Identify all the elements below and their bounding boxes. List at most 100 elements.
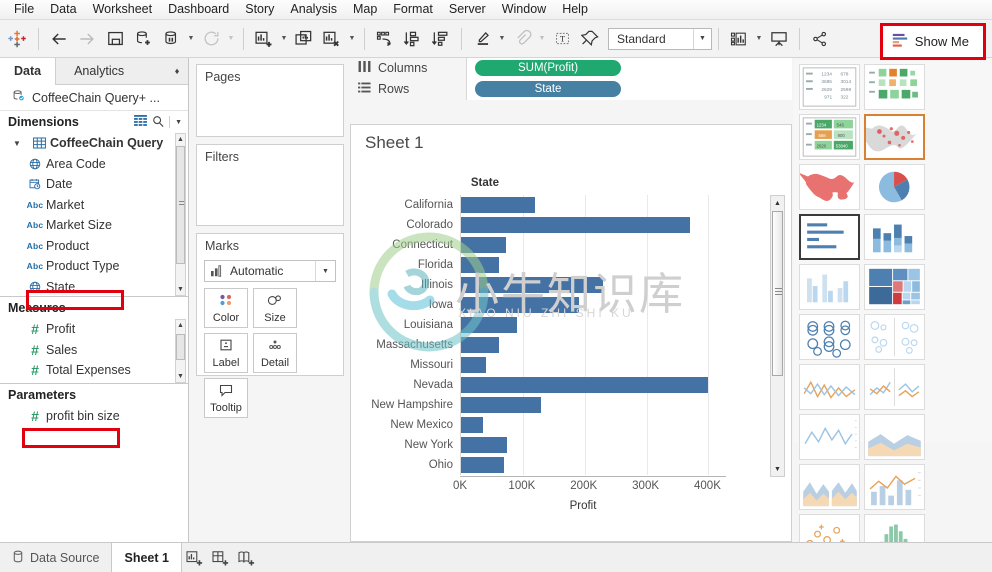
columns-shelf[interactable]: Columns SUM(Profit): [350, 57, 792, 79]
view-scroll-thumb[interactable]: [772, 211, 783, 376]
forward-arrow-icon[interactable]: [73, 25, 101, 53]
data-source-tab[interactable]: Data Source: [0, 543, 111, 572]
chevron-down-icon[interactable]: [315, 261, 335, 281]
pause-auto-updates-icon[interactable]: [157, 25, 185, 53]
fit-select[interactable]: Standard: [608, 27, 712, 50]
menu-item-server[interactable]: Server: [441, 0, 494, 19]
chart-row-label[interactable]: New Mexico: [359, 415, 459, 435]
show-me-horizontal-bars[interactable]: [799, 214, 860, 260]
dimensions-field-list[interactable]: ▼ CoffeeChain Query Area Code Date Abc M…: [0, 133, 188, 296]
scroll-down-icon[interactable]: ▼: [176, 371, 185, 382]
fix-axes-icon[interactable]: [576, 25, 604, 53]
chart-row-label[interactable]: New Hampshire: [359, 395, 459, 415]
duplicate-sheet-icon[interactable]: [290, 25, 318, 53]
show-me-dual-lines[interactable]: [864, 364, 925, 410]
field-state[interactable]: State: [0, 277, 188, 297]
grid-view-icon[interactable]: [134, 115, 147, 129]
measures-field-list[interactable]: # Profit # Sales # Total Expenses ▲ ▼: [0, 319, 188, 383]
field-total-expenses[interactable]: # Total Expenses: [0, 360, 188, 381]
refresh-data-source-icon[interactable]: [197, 25, 225, 53]
menu-item-story[interactable]: Story: [237, 0, 282, 19]
rows-shelf-drop[interactable]: State: [467, 78, 792, 100]
pill-state[interactable]: State: [475, 81, 621, 97]
show-mark-labels-icon[interactable]: T: [548, 25, 576, 53]
chart-bar[interactable]: [461, 237, 506, 253]
new-worksheet-dropdown[interactable]: [278, 25, 290, 53]
presentation-mode-icon[interactable]: [765, 25, 793, 53]
tab-data[interactable]: Data: [0, 58, 57, 85]
field-product[interactable]: Abc Product: [0, 236, 188, 257]
field-profit[interactable]: # Profit: [0, 319, 188, 340]
show-me-discrete-lines[interactable]: [799, 414, 860, 460]
measures-scrollbar[interactable]: ▲ ▼: [175, 319, 186, 383]
menu-item-help[interactable]: Help: [554, 0, 596, 19]
menu-item-analysis[interactable]: Analysis: [282, 0, 345, 19]
dimensions-scroll-thumb[interactable]: [176, 146, 185, 264]
show-me-side-by-side-bars[interactable]: [799, 264, 860, 310]
dimensions-scrollbar[interactable]: ▲ ▼: [175, 133, 186, 296]
show-me-circle-views[interactable]: [799, 314, 860, 360]
chart-row-label[interactable]: Louisiana: [359, 315, 459, 335]
data-source-item[interactable]: CoffeeChain Query+ ...: [0, 85, 188, 111]
chart-bar[interactable]: [461, 377, 709, 393]
group-dropdown[interactable]: [536, 25, 548, 53]
chart-row-label[interactable]: Iowa: [359, 295, 459, 315]
new-story-tab-icon[interactable]: [234, 543, 260, 572]
search-icon[interactable]: [152, 115, 164, 130]
marks-card[interactable]: Marks Automatic Color: [196, 233, 344, 418]
chart-bar[interactable]: [461, 457, 505, 473]
chart-bar[interactable]: [461, 437, 508, 453]
chevron-down-icon[interactable]: [693, 28, 711, 49]
tab-analytics[interactable]: Analytics: [56, 58, 142, 85]
chart-row-label[interactable]: Massachusetts: [359, 335, 459, 355]
chart-row-label[interactable]: California: [359, 195, 459, 215]
chevron-down-icon[interactable]: ▼: [6, 139, 28, 148]
sort-toggle-icon[interactable]: ♦: [166, 58, 188, 84]
menu-item-format[interactable]: Format: [385, 0, 441, 19]
filters-card[interactable]: Filters: [196, 144, 344, 226]
marks-size-button[interactable]: Size: [253, 288, 297, 328]
show-me-text-table[interactable]: 1234 678 3685 3014 2629 2598 971 322: [799, 64, 860, 110]
menu-item-worksheet[interactable]: Worksheet: [85, 0, 161, 19]
scroll-down-icon[interactable]: ▼: [771, 462, 784, 476]
show-me-continuous-area[interactable]: [864, 414, 925, 460]
mark-type-select[interactable]: Automatic: [204, 260, 336, 282]
scroll-down-icon[interactable]: ▼: [176, 284, 185, 295]
menu-item-dashboard[interactable]: Dashboard: [160, 0, 237, 19]
chart-row-label[interactable]: Connecticut: [359, 235, 459, 255]
back-arrow-icon[interactable]: [45, 25, 73, 53]
new-data-source-icon[interactable]: [129, 25, 157, 53]
scroll-up-icon[interactable]: ▲: [771, 196, 784, 210]
chart-bar[interactable]: [461, 357, 486, 373]
marks-detail-button[interactable]: Detail: [253, 333, 297, 373]
field-market-size[interactable]: Abc Market Size: [0, 215, 188, 236]
chart-row-label[interactable]: Illinois: [359, 275, 459, 295]
show-me-continuous-lines[interactable]: [799, 364, 860, 410]
chevron-down-icon[interactable]: ▼: [175, 119, 182, 126]
scroll-up-icon[interactable]: ▲: [176, 134, 185, 145]
dimensions-group-coffeechain[interactable]: ▼ CoffeeChain Query: [0, 133, 188, 154]
show-hide-cards-dropdown[interactable]: [753, 25, 765, 53]
chart-bar[interactable]: [461, 397, 542, 413]
chart-bar[interactable]: [461, 417, 483, 433]
field-product-type[interactable]: Abc Product Type: [0, 256, 188, 277]
scroll-up-icon[interactable]: ▲: [176, 320, 185, 331]
save-icon[interactable]: [101, 25, 129, 53]
show-me-dual-combination[interactable]: [864, 464, 925, 510]
new-worksheet-icon[interactable]: [250, 25, 278, 53]
marks-color-button[interactable]: Color: [204, 288, 248, 328]
sheet-tab-sheet1[interactable]: Sheet 1: [111, 543, 182, 572]
field-profit-bin-size[interactable]: # profit bin size: [0, 406, 188, 427]
pill-sum-profit[interactable]: SUM(Profit): [475, 60, 621, 76]
menu-item-window[interactable]: Window: [494, 0, 554, 19]
refresh-dropdown[interactable]: [225, 25, 237, 53]
show-me-pie-chart[interactable]: [864, 164, 925, 210]
swap-rows-columns-icon[interactable]: [371, 25, 399, 53]
chart-row-label[interactable]: Ohio: [359, 455, 459, 475]
show-me-thumbnail-grid[interactable]: 1234 678 3685 3014 2629 2598 971 322 123…: [799, 64, 987, 572]
show-me-heat-map[interactable]: [864, 64, 925, 110]
chart-row-label[interactable]: Nevada: [359, 375, 459, 395]
tableau-logo-icon[interactable]: [4, 25, 32, 53]
chart-bars[interactable]: [460, 195, 710, 475]
field-date[interactable]: Date: [0, 174, 188, 195]
